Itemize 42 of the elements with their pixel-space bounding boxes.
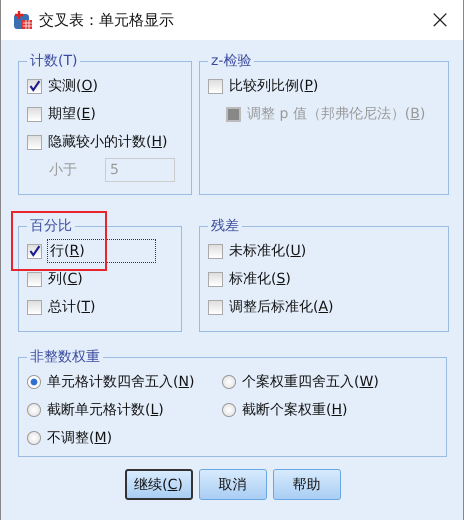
radio-label[interactable]: 截断个案权重(H) — [242, 401, 348, 419]
radio-button[interactable] — [222, 375, 236, 389]
checkbox[interactable] — [208, 244, 223, 258]
checkbox[interactable] — [27, 244, 42, 258]
checkbox-label[interactable]: 标准化(S) — [229, 270, 291, 288]
radio-button[interactable] — [27, 431, 41, 445]
radio-label[interactable]: 不调整(M) — [47, 429, 112, 447]
checkbox[interactable] — [27, 106, 42, 122]
dialog-button[interactable]: 继续(C) — [124, 469, 192, 500]
group-title: 百分比 — [29, 217, 73, 235]
checkbox-label[interactable]: 行(R) — [48, 240, 155, 262]
radio-button[interactable] — [222, 403, 236, 417]
group-title: 非整数权重 — [29, 348, 101, 366]
checkbox-label[interactable]: 期望(E) — [48, 105, 96, 123]
checkbox[interactable] — [27, 272, 42, 286]
radio-button[interactable] — [27, 403, 41, 417]
checkbox-label[interactable]: 实测(O) — [48, 77, 98, 95]
close-button[interactable]: × — [417, 0, 463, 40]
checkbox[interactable] — [208, 78, 223, 94]
checkbox-label[interactable]: 总计(T) — [48, 298, 96, 316]
group-title: z-检验 — [210, 52, 252, 70]
table-icon — [13, 10, 33, 30]
checkbox[interactable] — [27, 78, 42, 94]
radio-label[interactable]: 截断单元格计数(L) — [47, 401, 164, 419]
checkbox[interactable] — [208, 300, 223, 314]
checkbox-label[interactable]: 列(C) — [48, 270, 83, 288]
checkbox[interactable] — [27, 134, 42, 150]
dialog-button[interactable]: 取消 — [198, 469, 266, 500]
group-title: 计数(T) — [29, 52, 78, 70]
checkbox-label[interactable]: 隐藏较小的计数(H) — [48, 133, 168, 151]
dialog-button[interactable]: 帮助 — [272, 469, 340, 500]
checkbox[interactable] — [27, 300, 42, 314]
checkbox-label[interactable]: 比较列比例(P) — [229, 77, 318, 95]
window-title: 交叉表：单元格显示 — [39, 10, 174, 30]
radio-label[interactable]: 个案权重四舍五入(W) — [242, 373, 379, 391]
radio-label[interactable]: 单元格计数四舍五入(N) — [47, 373, 194, 391]
checkbox-label[interactable]: 调整后标准化(A) — [229, 298, 334, 316]
checkbox-label[interactable]: 未标准化(U) — [229, 242, 306, 260]
group-title: 残差 — [210, 217, 240, 235]
checkbox[interactable] — [208, 272, 223, 286]
radio-button[interactable] — [27, 375, 41, 389]
field-label: 小于 — [49, 161, 77, 179]
